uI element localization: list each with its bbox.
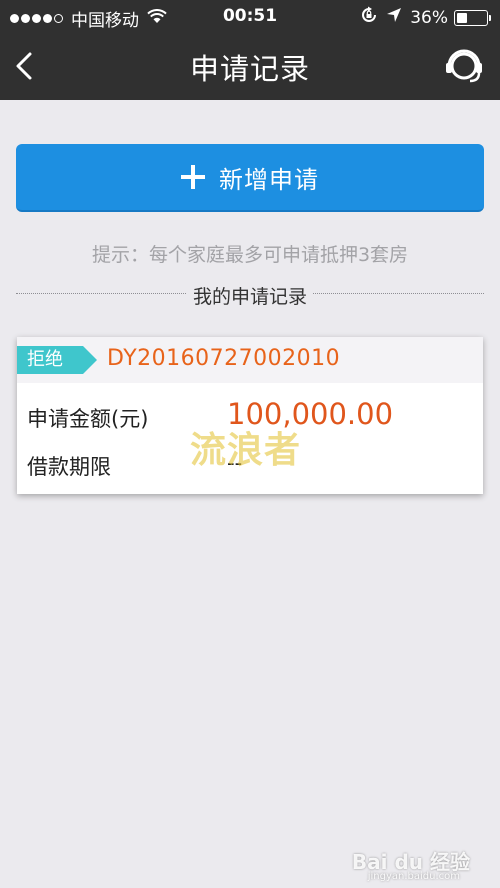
headset-icon (446, 49, 482, 83)
add-application-label: 新增申请 (219, 165, 319, 194)
term-label: 借款期限 (27, 455, 111, 479)
customer-service-button[interactable] (444, 46, 484, 86)
battery-fill (457, 12, 467, 23)
location-arrow-icon (386, 7, 402, 28)
nav-bar: 申请记录 (0, 32, 500, 100)
battery-icon (454, 9, 491, 26)
battery-percent: 36% (410, 7, 448, 28)
top-bar: 中国移动 00:51 36% 申请记录 (0, 0, 500, 100)
section-title-wrap: 我的申请记录 (0, 282, 500, 309)
plus-icon (181, 165, 205, 189)
add-application-button[interactable]: 新增申请 (16, 144, 484, 212)
amount-label: 申请金额(元) (27, 407, 149, 431)
status-bar: 中国移动 00:51 36% (0, 0, 500, 32)
record-card-header: 拒绝 DY20160727002010 (17, 337, 483, 383)
tip-text: 提示：每个家庭最多可申请抵押3套房 (91, 244, 409, 266)
baidu-watermark-url: jingyan.baidu.com (367, 871, 460, 882)
rotation-lock-icon (360, 6, 378, 29)
status-badge: 拒绝 (17, 346, 97, 374)
page-title: 申请记录 (189, 52, 310, 86)
watermark-text: 流浪者 (190, 430, 302, 471)
status-right: 36% (360, 6, 491, 29)
order-number: DY20160727002010 (107, 346, 341, 371)
section-title: 我的申请记录 (186, 282, 313, 309)
